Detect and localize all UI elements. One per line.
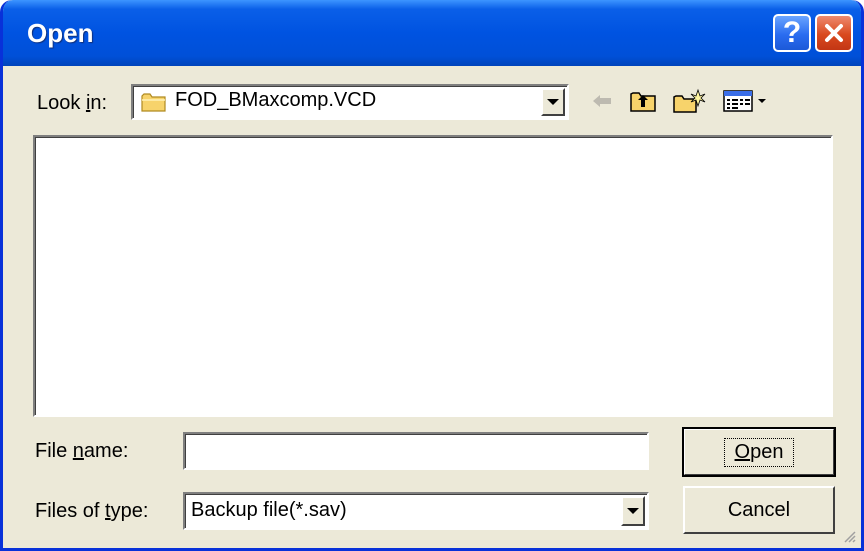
- file-name-label: File name:: [35, 440, 129, 462]
- files-of-type-combobox[interactable]: Backup file(*.sav): [183, 492, 649, 530]
- file-list-view[interactable]: [33, 135, 833, 417]
- resize-grip-icon[interactable]: [841, 528, 857, 544]
- files-of-type-dropdown-button[interactable]: [621, 496, 645, 526]
- open-button-label: Open: [723, 437, 795, 467]
- close-icon: [825, 24, 843, 42]
- files-of-type-label: Files of type:: [35, 500, 149, 522]
- folder-icon: [141, 93, 166, 112]
- open-dialog: Open ? Look in: FOD_BMaxcomp.VCD File na…: [0, 0, 864, 551]
- look-in-value: FOD_BMaxcomp.VCD: [175, 89, 377, 111]
- back-button[interactable]: [587, 86, 617, 116]
- look-in-label: Look in:: [37, 92, 108, 114]
- help-button[interactable]: ?: [773, 14, 811, 52]
- back-arrow-icon: [593, 95, 611, 107]
- file-name-input[interactable]: [183, 432, 649, 470]
- title-bar[interactable]: Open ?: [3, 0, 861, 66]
- open-button[interactable]: Open: [682, 427, 836, 477]
- new-folder-button[interactable]: [671, 86, 707, 116]
- new-folder-icon: [673, 88, 706, 113]
- up-one-level-icon: [630, 92, 656, 112]
- look-in-dropdown-button[interactable]: [541, 88, 565, 116]
- close-button[interactable]: [815, 14, 853, 52]
- look-in-combobox[interactable]: FOD_BMaxcomp.VCD: [131, 84, 569, 120]
- view-menu-button[interactable]: [719, 86, 775, 116]
- cancel-button[interactable]: Cancel: [683, 486, 835, 534]
- view-menu-icon: [723, 90, 766, 112]
- chevron-down-icon: [547, 99, 559, 105]
- cancel-button-label: Cancel: [727, 498, 791, 521]
- chevron-down-icon: [627, 508, 639, 514]
- up-one-level-button[interactable]: [627, 86, 659, 116]
- files-of-type-value: Backup file(*.sav): [191, 499, 347, 521]
- dialog-title: Open: [27, 18, 94, 48]
- question-mark-icon: ?: [782, 16, 802, 49]
